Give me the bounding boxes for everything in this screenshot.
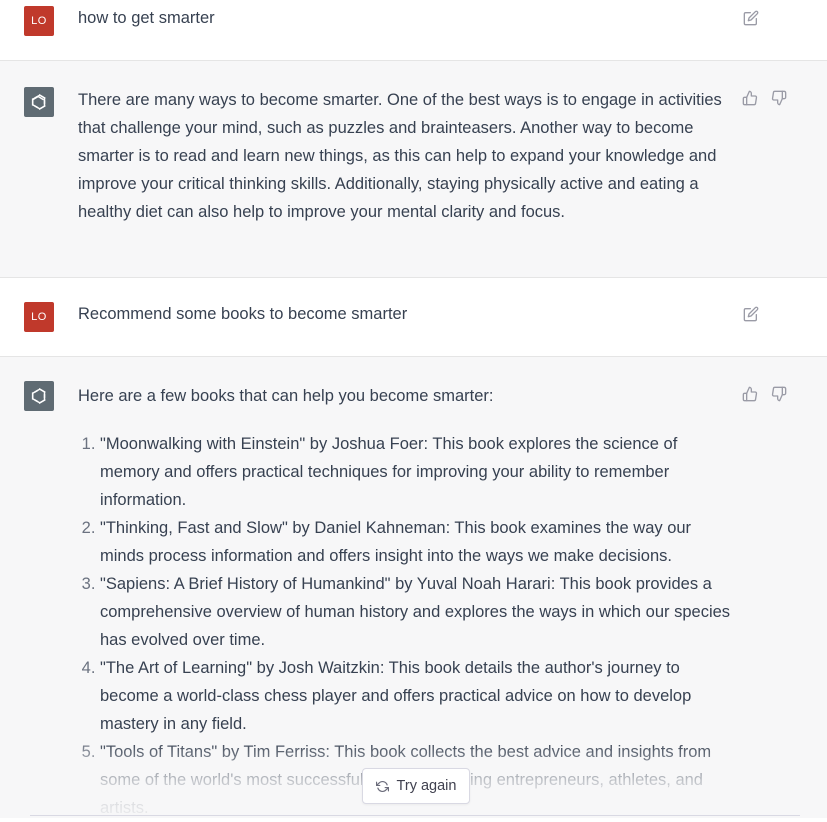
divider xyxy=(30,815,800,816)
user-avatar: LO xyxy=(24,6,54,36)
refresh-icon xyxy=(375,780,389,792)
thumbs-up-icon[interactable] xyxy=(741,385,759,403)
list-item: "The Art of Learning" by Josh Waitzkin: … xyxy=(100,654,738,738)
book-list: "Moonwalking with Einstein" by Joshua Fo… xyxy=(78,430,738,822)
user-message: LO how to get smarter xyxy=(0,0,827,60)
list-item: "Sapiens: A Brief History of Humankind" … xyxy=(100,570,738,654)
assistant-intro-text: Here are a few books that can help you b… xyxy=(78,387,494,405)
edit-icon[interactable] xyxy=(742,305,760,323)
assistant-avatar xyxy=(24,381,54,411)
try-again-label: Try again xyxy=(396,778,457,794)
user-avatar-initials: LO xyxy=(31,311,47,323)
user-message-text: Recommend some books to become smarter xyxy=(78,305,408,323)
thumbs-up-icon[interactable] xyxy=(741,89,759,107)
assistant-message-text: There are many ways to become smarter. O… xyxy=(78,91,722,221)
list-item: "Thinking, Fast and Slow" by Daniel Kahn… xyxy=(100,514,738,570)
user-message-text: how to get smarter xyxy=(78,9,215,27)
openai-logo-icon xyxy=(31,94,46,110)
try-again-button[interactable]: Try again xyxy=(362,768,470,804)
openai-logo-icon xyxy=(31,388,46,404)
edit-icon[interactable] xyxy=(742,9,760,27)
thumbs-down-icon[interactable] xyxy=(770,89,788,107)
thumbs-down-icon[interactable] xyxy=(770,385,788,403)
user-avatar-initials: LO xyxy=(31,15,47,27)
assistant-avatar xyxy=(24,87,54,117)
user-message: LO Recommend some books to become smarte… xyxy=(0,278,827,356)
list-item: "Moonwalking with Einstein" by Joshua Fo… xyxy=(100,430,738,514)
assistant-message-body: Here are a few books that can help you b… xyxy=(78,382,738,822)
assistant-message: There are many ways to become smarter. O… xyxy=(0,60,827,278)
user-avatar: LO xyxy=(24,302,54,332)
assistant-message: Here are a few books that can help you b… xyxy=(0,356,827,818)
